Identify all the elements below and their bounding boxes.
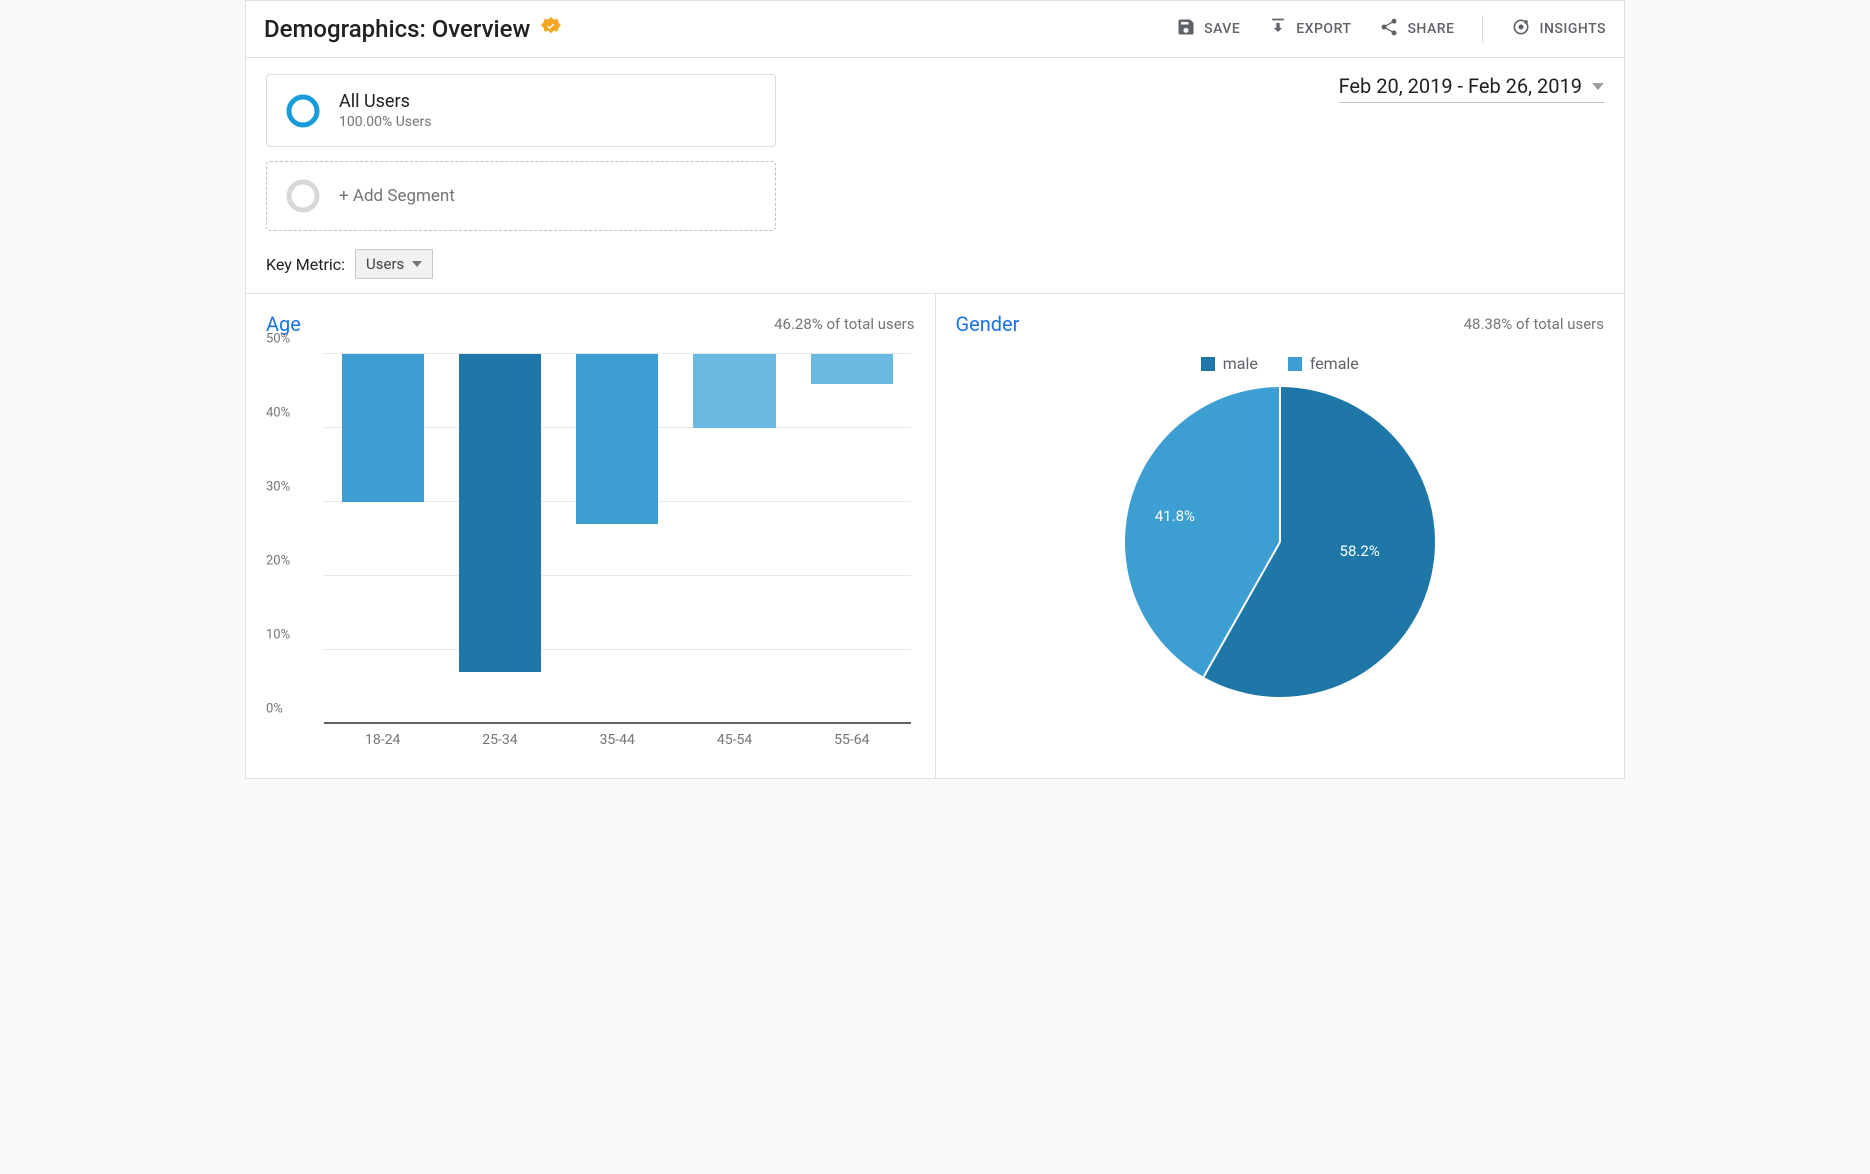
date-range-picker[interactable]: Feb 20, 2019 - Feb 26, 2019 [1339, 74, 1604, 103]
gender-title[interactable]: Gender [956, 312, 1020, 336]
y-tick-label: 40% [266, 406, 290, 421]
save-icon [1176, 17, 1196, 41]
bar[interactable] [576, 354, 658, 524]
report-header: Demographics: Overview SAVE EXPORT SHARE… [246, 1, 1624, 58]
bar[interactable] [811, 354, 893, 384]
y-tick-label: 10% [266, 628, 290, 643]
divider [1482, 15, 1483, 43]
bar[interactable] [459, 354, 541, 672]
gender-panel-head: Gender 48.38% of total users [956, 312, 1605, 336]
controls-row: All Users 100.00% Users + Add Segment Fe… [246, 58, 1624, 231]
header-actions: SAVE EXPORT SHARE INSIGHTS [1176, 15, 1606, 43]
bar-slot: 25-34 [441, 354, 558, 724]
swatch-male [1201, 357, 1215, 371]
bar-bars: 18-2425-3435-4445-5455-64 [324, 354, 911, 724]
save-label: SAVE [1204, 21, 1240, 37]
gender-panel: Gender 48.38% of total users male female [936, 294, 1625, 778]
pie-label-female: 41.8% [1155, 507, 1195, 525]
export-button[interactable]: EXPORT [1268, 17, 1351, 41]
age-bar-chart: 18-2425-3435-4445-5455-64 0%10%20%30%40%… [266, 354, 915, 754]
gender-subtitle: 48.38% of total users [1464, 315, 1604, 333]
bar[interactable] [342, 354, 424, 502]
bar-slot: 18-24 [324, 354, 441, 724]
bar[interactable] [693, 354, 775, 428]
save-button[interactable]: SAVE [1176, 17, 1240, 41]
age-subtitle: 46.28% of total users [774, 315, 914, 333]
share-label: SHARE [1407, 21, 1454, 37]
export-icon [1268, 17, 1288, 41]
chart-panels: Age 46.28% of total users 18-2425-3435-4… [246, 293, 1624, 778]
chevron-down-icon [412, 261, 422, 267]
age-panel: Age 46.28% of total users 18-2425-3435-4… [246, 294, 936, 778]
add-segment-button[interactable]: + Add Segment [266, 161, 776, 231]
insights-button[interactable]: INSIGHTS [1511, 17, 1606, 41]
y-tick-label: 0% [266, 702, 283, 717]
segment-ring-empty-icon [285, 178, 321, 214]
date-range-label: Feb 20, 2019 - Feb 26, 2019 [1339, 74, 1582, 98]
pie-wrap: 58.2% 41.8% [956, 387, 1605, 697]
x-tick-label: 35-44 [600, 732, 635, 748]
segment-title: All Users [339, 91, 431, 112]
swatch-female [1288, 357, 1302, 371]
gender-legend: male female [956, 354, 1605, 373]
export-label: EXPORT [1296, 21, 1351, 37]
segment-ring-icon [285, 93, 321, 129]
x-tick-label: 18-24 [365, 732, 400, 748]
add-segment-label: + Add Segment [339, 186, 455, 206]
key-metric-label: Key Metric: [266, 255, 345, 274]
x-tick-label: 55-64 [834, 732, 869, 748]
segment-text: All Users 100.00% Users [339, 91, 431, 130]
x-tick-label: 45-54 [717, 732, 752, 748]
legend-female[interactable]: female [1288, 354, 1359, 373]
key-metric-selected: Users [366, 255, 404, 273]
verified-icon [540, 16, 562, 42]
legend-male[interactable]: male [1201, 354, 1258, 373]
segments-column: All Users 100.00% Users + Add Segment [266, 74, 776, 231]
share-button[interactable]: SHARE [1379, 17, 1454, 41]
legend-male-label: male [1223, 354, 1258, 373]
key-metric-select[interactable]: Users [355, 249, 433, 279]
gender-pie-chart: 58.2% 41.8% [1125, 387, 1435, 697]
pie-label-male: 58.2% [1340, 542, 1380, 560]
legend-female-label: female [1310, 354, 1359, 373]
bar-slot: 35-44 [559, 354, 676, 724]
age-panel-head: Age 46.28% of total users [266, 312, 915, 336]
bar-slot: 45-54 [676, 354, 793, 724]
chevron-down-icon [1592, 83, 1604, 90]
y-tick-label: 50% [266, 332, 290, 347]
page: Demographics: Overview SAVE EXPORT SHARE… [245, 0, 1625, 779]
share-icon [1379, 17, 1399, 41]
x-tick-label: 25-34 [482, 732, 517, 748]
segment-subtitle: 100.00% Users [339, 114, 431, 130]
bar-slot: 55-64 [793, 354, 910, 724]
insights-label: INSIGHTS [1539, 21, 1606, 37]
page-title: Demographics: Overview [264, 15, 530, 43]
insights-icon [1511, 17, 1531, 41]
segment-all-users[interactable]: All Users 100.00% Users [266, 74, 776, 147]
y-tick-label: 20% [266, 554, 290, 569]
key-metric-row: Key Metric: Users [246, 231, 1624, 293]
y-tick-label: 30% [266, 480, 290, 495]
title-row: Demographics: Overview [264, 15, 562, 43]
